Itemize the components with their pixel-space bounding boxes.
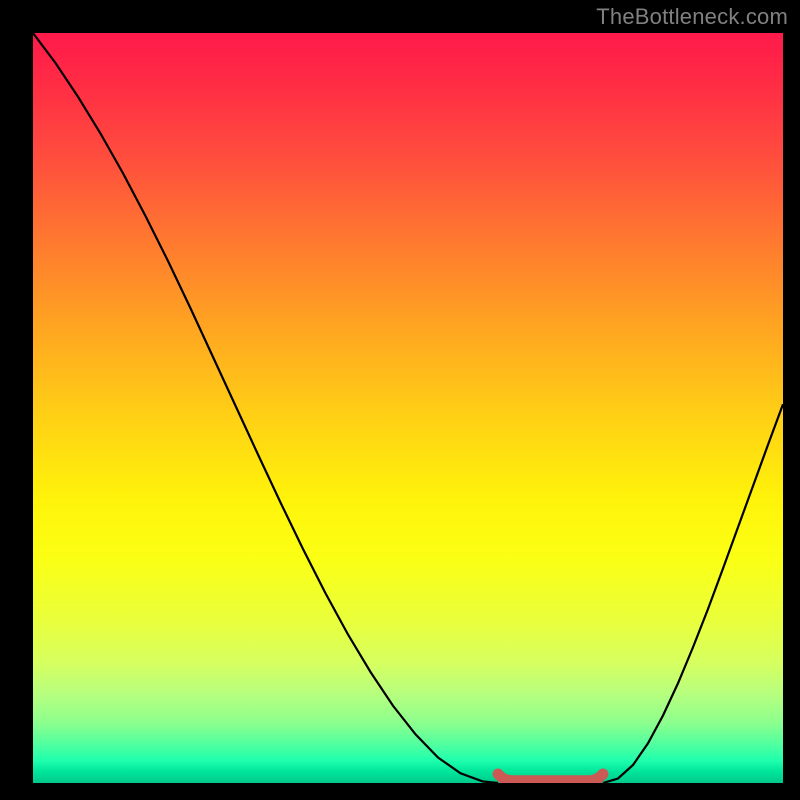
chart-frame: TheBottleneck.com	[0, 0, 800, 800]
optimal-range-marker	[498, 774, 603, 781]
watermark-text: TheBottleneck.com	[596, 4, 788, 30]
curve-right	[603, 404, 783, 783]
plot-area	[33, 33, 783, 783]
plot-svg	[33, 33, 783, 783]
curve-left	[33, 33, 498, 783]
